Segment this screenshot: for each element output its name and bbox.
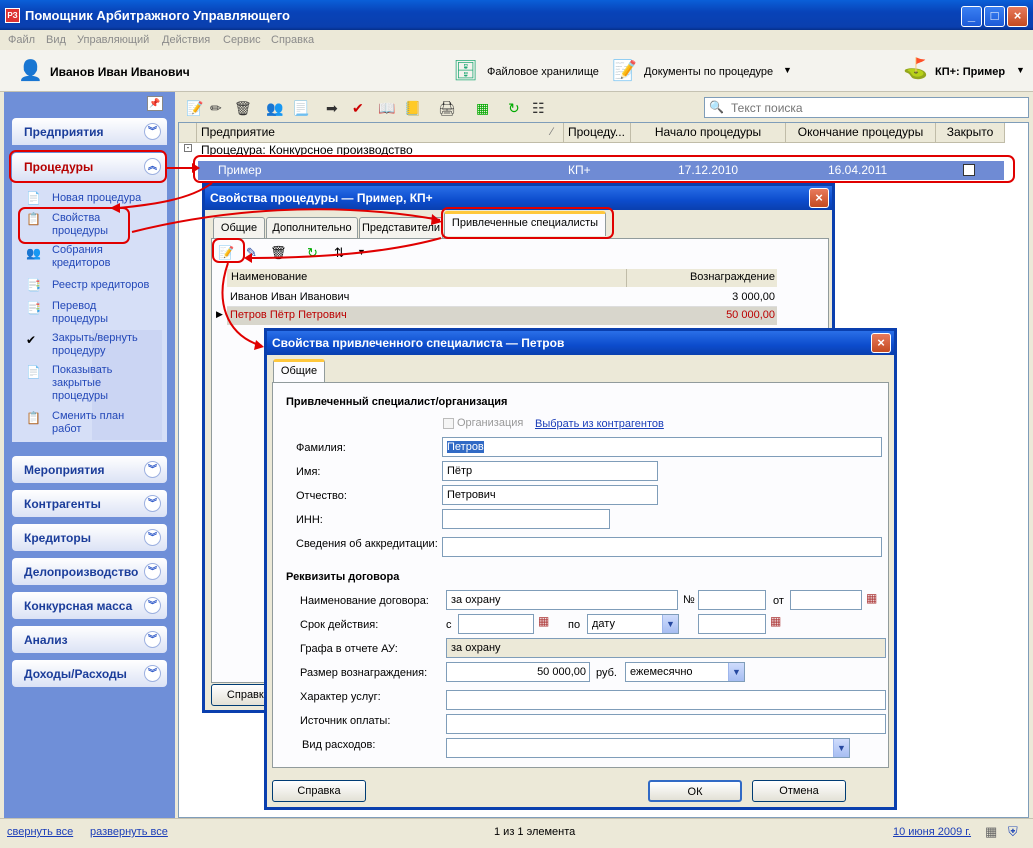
arrow-3 bbox=[131, 208, 441, 233]
arrowhead-3 bbox=[431, 214, 442, 225]
calculator-icon[interactable]: ▦ bbox=[985, 824, 997, 840]
arrow-2 bbox=[117, 182, 213, 209]
arrow-4 bbox=[247, 237, 442, 259]
status-bar: свернуть все развернуть все 1 из 1 элеме… bbox=[0, 818, 1033, 848]
annotation-arrows bbox=[110, 163, 442, 350]
arrowhead-5 bbox=[254, 340, 264, 350]
emblem-icon: ⛨ bbox=[1008, 824, 1018, 839]
arrow-5 bbox=[221, 262, 263, 347]
arrowhead-4 bbox=[244, 253, 252, 263]
expand-all-link[interactable]: развернуть все bbox=[90, 826, 168, 838]
date-link[interactable]: 10 июня 2009 г. bbox=[893, 826, 971, 838]
arrowhead-1 bbox=[192, 163, 200, 173]
item-count: 1 из 1 элемента bbox=[494, 826, 576, 838]
collapse-all-link[interactable]: свернуть все bbox=[7, 826, 73, 838]
arrowhead-2 bbox=[110, 203, 120, 213]
